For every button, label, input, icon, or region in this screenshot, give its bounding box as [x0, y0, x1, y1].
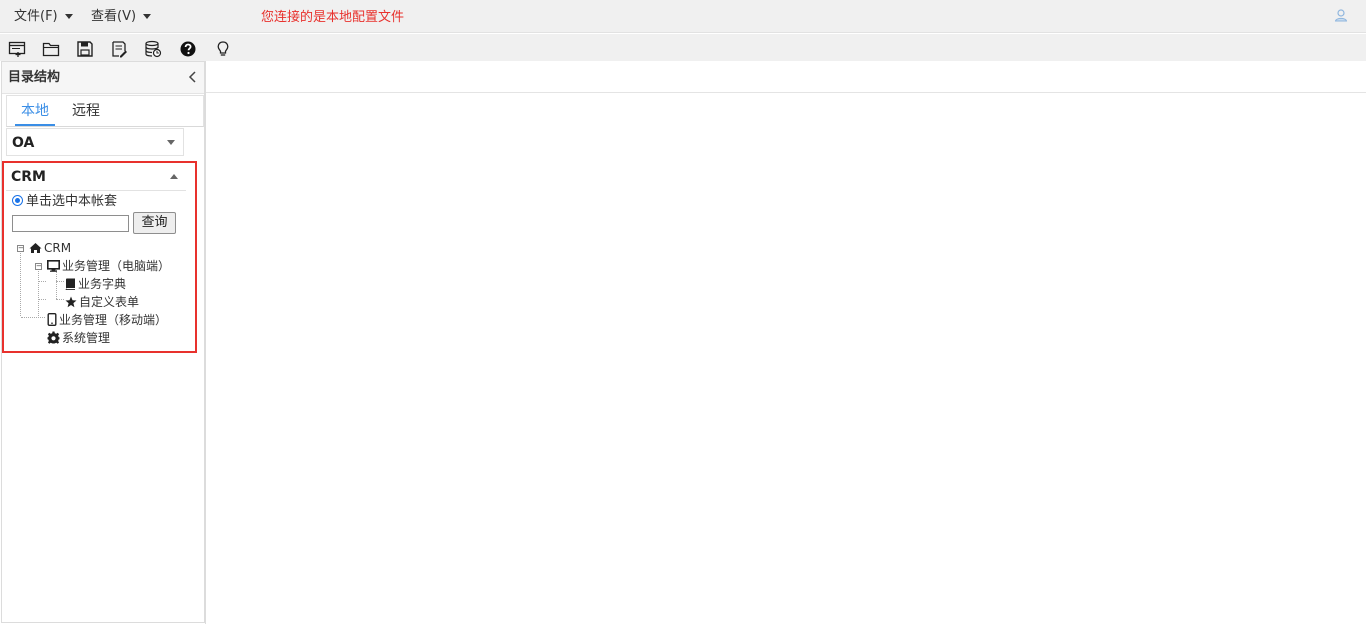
tree-node-label: 业务字典: [78, 277, 127, 291]
chevron-down-icon: [64, 14, 73, 19]
tree-collapse-toggle[interactable]: −: [17, 245, 24, 252]
chevron-down-icon: [143, 14, 152, 19]
tree-node-label: 业务管理（电脑端）: [62, 259, 171, 273]
file-menu-label: 文件(F): [14, 9, 58, 24]
view-menu[interactable]: 查看(V): [91, 0, 152, 33]
account-oa-label: OA: [12, 135, 35, 151]
chevron-left-icon[interactable]: [188, 71, 198, 83]
gear-icon: [47, 331, 60, 349]
database-icon[interactable]: [144, 40, 162, 58]
tree-node-label: 业务管理（移动端）: [59, 313, 168, 327]
tab-remote[interactable]: 远程: [69, 96, 103, 126]
edit-document-icon[interactable]: [110, 40, 128, 58]
panel-title: 目录结构: [8, 70, 61, 85]
save-icon[interactable]: [76, 40, 94, 58]
crm-highlight-box: CRM 单击选中本帐套 查询 − CRM − 业务管理（电脑端） 业务字典 自定: [2, 161, 197, 353]
collapse-up-icon: [170, 174, 178, 179]
tree-node-dictionary[interactable]: 业务字典: [65, 275, 126, 293]
file-menu[interactable]: 文件(F): [14, 0, 73, 33]
tree-node-label: CRM: [44, 241, 72, 255]
account-oa-header[interactable]: OA: [6, 128, 184, 156]
connection-status-message: 您连接的是本地配置文件: [261, 10, 405, 25]
query-button[interactable]: 查询: [133, 212, 176, 234]
tree-connector: [38, 268, 39, 316]
tab-bar: 本地 远程: [6, 95, 204, 127]
tree-connector: [56, 299, 64, 300]
tree-node-desktop[interactable]: 业务管理（电脑端）: [47, 257, 170, 275]
desktop-icon: [47, 259, 60, 277]
account-crm-label: CRM: [11, 169, 46, 185]
tree-search-input[interactable]: [12, 215, 129, 232]
home-icon: [29, 241, 42, 259]
account-crm-header[interactable]: CRM: [6, 163, 186, 191]
lightbulb-icon[interactable]: [214, 40, 232, 58]
main-content-area: [205, 61, 1366, 624]
tree-node-label: 自定义表单: [79, 295, 140, 309]
panel-header: 目录结构: [2, 62, 204, 94]
radio-selected-icon[interactable]: [12, 195, 23, 206]
tree-connector: [56, 281, 64, 282]
tree-node-mobile[interactable]: 业务管理（移动端）: [47, 311, 167, 329]
menu-bar: 文件(F) 查看(V) 您连接的是本地配置文件: [0, 0, 1366, 33]
tree-node-system[interactable]: 系统管理: [47, 329, 110, 347]
tree-node-root[interactable]: CRM: [29, 239, 71, 257]
tab-local[interactable]: 本地: [15, 96, 55, 126]
tree-collapse-toggle[interactable]: −: [35, 263, 42, 270]
select-account-radio[interactable]: 单击选中本帐套: [12, 193, 117, 211]
main-tab-strip: [206, 61, 1366, 93]
directory-panel: 目录结构 本地 远程 OA CRM 单击选中本帐套 查询 − CRM − 业务管…: [1, 61, 205, 623]
user-avatar-icon[interactable]: [1334, 8, 1348, 22]
tree-node-label: 系统管理: [62, 331, 111, 345]
open-folder-icon[interactable]: [42, 40, 60, 58]
new-window-icon[interactable]: [8, 40, 26, 58]
tree-connector: [20, 250, 21, 316]
radio-label: 单击选中本帐套: [26, 194, 118, 209]
tree-connector: [38, 281, 46, 282]
help-icon[interactable]: [179, 40, 197, 58]
tree-node-custom-form[interactable]: 自定义表单: [65, 293, 139, 311]
toolbar: [0, 34, 1366, 61]
tree-connector: [21, 317, 45, 318]
tree-connector: [38, 299, 46, 300]
expand-down-icon: [167, 140, 175, 145]
view-menu-label: 查看(V): [91, 9, 137, 24]
